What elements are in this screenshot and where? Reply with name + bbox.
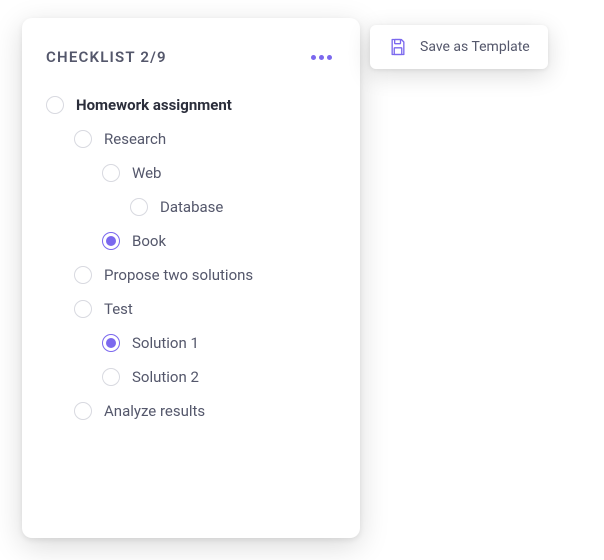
checklist-item-label: Analyze results [104, 402, 205, 420]
radio-icon[interactable] [74, 402, 92, 420]
radio-icon[interactable] [130, 198, 148, 216]
checklist-item-label: Book [132, 232, 166, 250]
checklist-item[interactable]: Analyze results [46, 394, 336, 428]
radio-icon[interactable] [102, 232, 120, 250]
checklist-item-label: Homework assignment [76, 96, 232, 114]
checklist-item-label: Solution 1 [132, 334, 199, 352]
checklist-item[interactable]: Solution 2 [46, 360, 336, 394]
card-header: CHECKLIST 2/9 [46, 48, 336, 66]
radio-icon[interactable] [46, 96, 64, 114]
save-icon [388, 37, 408, 57]
checklist-item[interactable]: Homework assignment [46, 88, 336, 122]
checklist-item[interactable]: Database [46, 190, 336, 224]
checklist-card: CHECKLIST 2/9 Homework assignment Researc… [22, 18, 360, 538]
checklist-item[interactable]: Web [46, 156, 336, 190]
radio-icon[interactable] [102, 368, 120, 386]
radio-icon[interactable] [74, 130, 92, 148]
checklist-item-label: Web [132, 164, 161, 182]
checklist-item[interactable]: Propose two solutions [46, 258, 336, 292]
checklist-item[interactable]: Book [46, 224, 336, 258]
checklist-item-label: Propose two solutions [104, 266, 253, 284]
radio-icon[interactable] [74, 266, 92, 284]
save-template-menu-item[interactable]: Save as Template [370, 25, 548, 69]
checklist-item-label: Test [104, 300, 133, 318]
checklist-list: Homework assignment Research Web Database Bo… [46, 88, 336, 428]
checklist-item-label: Database [160, 198, 223, 216]
checklist-item[interactable]: Research [46, 122, 336, 156]
more-options-button[interactable] [307, 51, 336, 64]
radio-icon[interactable] [74, 300, 92, 318]
checklist-item[interactable]: Test [46, 292, 336, 326]
ellipsis-icon [319, 55, 324, 60]
checklist-item[interactable]: Solution 1 [46, 326, 336, 360]
radio-icon[interactable] [102, 164, 120, 182]
checklist-item-label: Solution 2 [132, 368, 199, 386]
save-template-label: Save as Template [420, 39, 530, 55]
checklist-item-label: Research [104, 130, 166, 148]
checklist-title: CHECKLIST 2/9 [46, 48, 167, 66]
ellipsis-icon [311, 55, 316, 60]
radio-icon[interactable] [102, 334, 120, 352]
ellipsis-icon [327, 55, 332, 60]
